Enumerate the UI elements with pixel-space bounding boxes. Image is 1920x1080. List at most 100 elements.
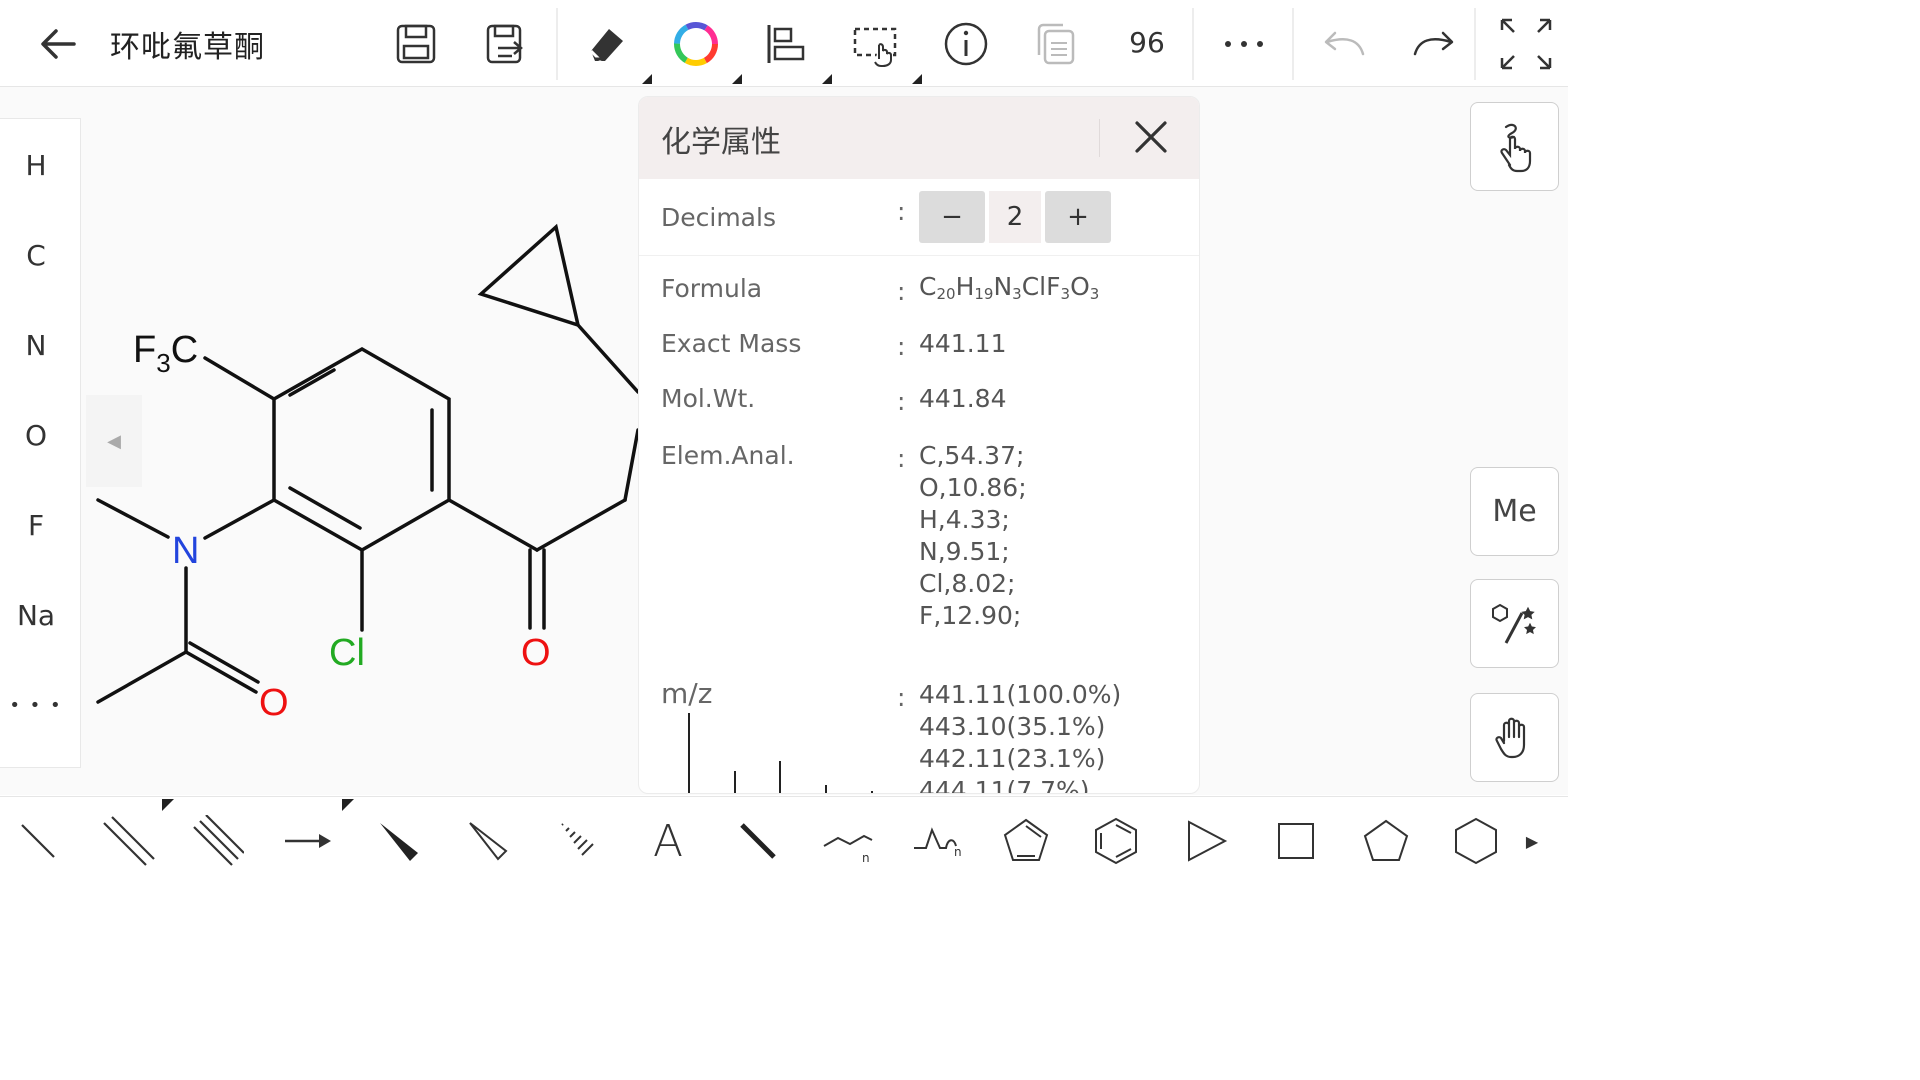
colon: :: [897, 277, 906, 306]
elem-anal-item: C,54.37;: [919, 441, 1025, 470]
chain-n-icon[interactable]: n: [908, 811, 968, 871]
exact-mass-label: Exact Mass: [661, 329, 802, 358]
chlorine-label: Cl: [329, 632, 365, 674]
mol-wt-value: 441.84: [919, 384, 1007, 413]
align-icon[interactable]: [756, 14, 816, 74]
exact-mass-value: 441.11: [919, 329, 1007, 358]
eraser-icon[interactable]: [576, 14, 636, 74]
colon: :: [897, 387, 906, 416]
mol-wt-label: Mol.Wt.: [661, 384, 756, 413]
triangle-icon[interactable]: [1176, 811, 1236, 871]
methyl-button[interactable]: Me: [1470, 467, 1559, 556]
panel-header: 化学属性: [639, 97, 1199, 179]
element-h[interactable]: H: [0, 149, 72, 182]
submenu-indicator: [642, 74, 652, 84]
save-as-icon[interactable]: [476, 14, 536, 74]
oxygen-label-lactam: O: [259, 682, 289, 724]
pentagon-icon[interactable]: [1356, 811, 1416, 871]
element-na[interactable]: Na: [0, 599, 72, 632]
close-icon[interactable]: [1129, 115, 1173, 159]
svg-text:n: n: [954, 845, 962, 859]
bottom-toolbar: A n n ▶: [0, 796, 1568, 883]
panel-divider: [639, 255, 1199, 256]
arrow-icon[interactable]: [278, 811, 338, 871]
text-tool-icon[interactable]: A: [638, 811, 698, 871]
scroll-right-icon[interactable]: ▶: [1504, 811, 1560, 871]
back-arrow-icon[interactable]: [28, 14, 88, 74]
color-wheel-icon[interactable]: [666, 14, 726, 74]
collapse-palette-icon[interactable]: ◀: [86, 395, 142, 487]
cyclopentadiene-icon[interactable]: [996, 811, 1056, 871]
nitrogen-label: N: [172, 530, 199, 572]
top-toolbar: 环吡氟草酮 96: [0, 0, 1568, 87]
mz-item: 444.11(7.7%): [919, 776, 1090, 794]
submenu-indicator: [822, 74, 832, 84]
toolbar-divider: [1192, 8, 1194, 80]
element-palette: H C N O F Na • • •: [0, 118, 81, 768]
elem-anal-item: Cl,8.02;: [919, 569, 1016, 598]
touch-draw-button[interactable]: [1470, 102, 1559, 191]
chemical-properties-panel: 化学属性 Decimals : − 2 + Formula : C20H19N3…: [638, 96, 1200, 794]
element-o[interactable]: O: [0, 419, 72, 452]
chain-icon[interactable]: n: [818, 811, 878, 871]
wedge-bond-icon[interactable]: [368, 811, 428, 871]
toolbar-divider: [556, 8, 558, 80]
more-elements-button[interactable]: • • •: [0, 695, 72, 716]
redo-icon[interactable]: [1404, 14, 1464, 74]
square-icon[interactable]: [1266, 811, 1326, 871]
mass-spectrum: [688, 713, 873, 793]
toolbar-divider: [1292, 8, 1294, 80]
copy-icon[interactable]: [1026, 14, 1086, 74]
mz-label: m/z: [661, 677, 713, 710]
more-icon[interactable]: [1214, 14, 1274, 74]
double-bond-icon[interactable]: [98, 811, 158, 871]
hexagon-icon[interactable]: [1446, 811, 1506, 871]
decimals-label: Decimals: [661, 203, 776, 232]
oxygen-label-carbonyl: O: [521, 632, 551, 674]
mz-item: 441.11(100.0%): [919, 680, 1122, 709]
toolbar-divider: [1474, 8, 1476, 80]
single-bond-icon[interactable]: [8, 811, 68, 871]
decimals-minus-button[interactable]: −: [919, 191, 985, 243]
methyl-label: Me: [1492, 494, 1537, 529]
hash-bond-icon[interactable]: [548, 811, 608, 871]
submenu-indicator: [162, 799, 174, 811]
lasso-select-icon[interactable]: [846, 14, 906, 74]
element-n[interactable]: N: [0, 329, 72, 362]
formula-value: C20H19N3ClF3O3: [919, 272, 1100, 303]
mz-item: 443.10(35.1%): [919, 712, 1106, 741]
elem-anal-label: Elem.Anal.: [661, 441, 795, 470]
info-icon[interactable]: [936, 14, 996, 74]
elem-anal-item: O,10.86;: [919, 473, 1027, 502]
submenu-indicator: [732, 74, 742, 84]
triple-bond-icon[interactable]: [188, 811, 248, 871]
elem-anal-values: C,54.37; O,10.86; H,4.33; N,9.51; Cl,8.0…: [919, 440, 1027, 632]
zoom-level[interactable]: 96: [1112, 26, 1182, 59]
hollow-wedge-icon[interactable]: [458, 811, 518, 871]
bold-bond-icon[interactable]: [728, 811, 788, 871]
header-divider: [1099, 119, 1100, 157]
elem-anal-item: H,4.33;: [919, 505, 1010, 534]
decimals-value: 2: [989, 191, 1041, 243]
element-c[interactable]: C: [0, 239, 72, 272]
formula-label: Formula: [661, 274, 763, 303]
save-icon[interactable]: [386, 14, 446, 74]
elem-anal-item: N,9.51;: [919, 537, 1010, 566]
cf3-label: F3C: [133, 329, 198, 378]
undo-icon[interactable]: [1314, 14, 1374, 74]
magic-wand-button[interactable]: [1470, 579, 1559, 668]
elem-anal-item: F,12.90;: [919, 601, 1022, 630]
svg-text:n: n: [862, 851, 870, 865]
mz-item: 442.11(23.1%): [919, 744, 1106, 773]
submenu-indicator: [912, 74, 922, 84]
pan-hand-button[interactable]: [1470, 693, 1559, 782]
fullscreen-icon[interactable]: [1496, 14, 1556, 74]
colon: :: [897, 197, 906, 226]
mz-values: 441.11(100.0%) 443.10(35.1%) 442.11(23.1…: [919, 679, 1122, 794]
submenu-indicator: [342, 799, 354, 811]
page-title: 环吡氟草酮: [110, 30, 265, 65]
panel-title: 化学属性: [661, 125, 781, 160]
benzene-icon[interactable]: [1086, 811, 1146, 871]
decimals-plus-button[interactable]: +: [1045, 191, 1111, 243]
element-f[interactable]: F: [0, 509, 72, 542]
